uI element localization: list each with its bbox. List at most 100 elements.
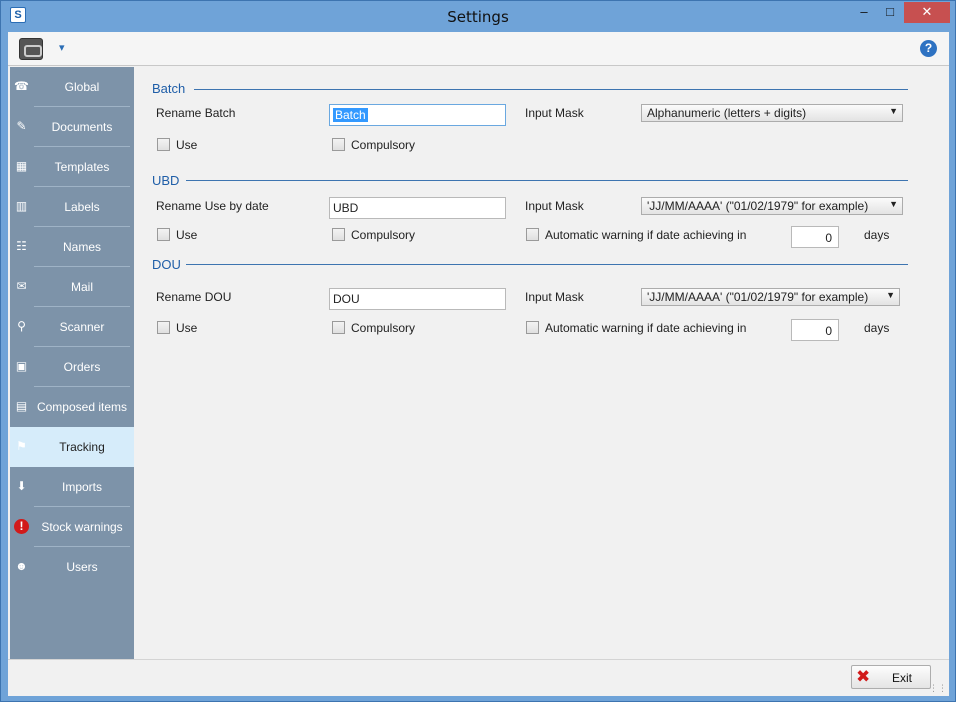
batch-use-label: Use bbox=[176, 138, 198, 152]
rename-ubd-input[interactable]: UBD bbox=[329, 197, 506, 219]
composed-items-icon: ▤ bbox=[15, 399, 28, 413]
mail-icon: ✉ bbox=[16, 279, 27, 293]
sidebar-item-composed-items[interactable]: ▤ Composed items bbox=[10, 387, 134, 427]
scanner-icon: ⚲ bbox=[17, 319, 26, 333]
dou-use-checkbox[interactable] bbox=[157, 321, 170, 334]
ubd-auto-warning-checkbox[interactable] bbox=[526, 228, 539, 241]
sidebar-item-label: Orders bbox=[63, 360, 101, 374]
toolbar: ▾ ? bbox=[8, 32, 949, 66]
ubd-compulsory-label: Compulsory bbox=[351, 228, 416, 242]
batch-input-mask-value: Alphanumeric (letters + digits) bbox=[647, 106, 807, 120]
minimize-button[interactable]: – bbox=[852, 2, 876, 23]
sidebar-item-label: Names bbox=[62, 240, 101, 254]
window-title: Settings bbox=[447, 8, 509, 26]
batch-compulsory-label: Compulsory bbox=[351, 138, 416, 152]
sidebar-item-orders[interactable]: ▣ Orders bbox=[10, 347, 134, 387]
names-icon: ☷ bbox=[16, 239, 27, 253]
dou-auto-warning-checkbox[interactable] bbox=[526, 321, 539, 334]
settings-sidebar: ☎ Global ✎ Documents ▦ Templates ▥ Labels ☷ Names… bbox=[10, 67, 134, 659]
rename-ubd-label: Rename Use by date bbox=[156, 199, 269, 213]
dou-section-title: DOU bbox=[152, 257, 181, 272]
sidebar-item-global[interactable]: ☎ Global bbox=[10, 67, 134, 107]
dou-compulsory-label: Compulsory bbox=[351, 321, 416, 335]
sidebar-item-label: Mail bbox=[70, 280, 93, 294]
ubd-use-checkbox[interactable] bbox=[157, 228, 170, 241]
ubd-input-mask-select[interactable]: 'JJ/MM/AAAA' ("01/02/1979" for example) ▼ bbox=[641, 197, 903, 215]
ubd-input-mask-label: Input Mask bbox=[525, 199, 584, 213]
dou-input-mask-select[interactable]: 'JJ/MM/AAAA' ("01/02/1979" for example) ▼ bbox=[641, 288, 900, 306]
templates-icon: ▦ bbox=[15, 159, 28, 173]
sidebar-item-label: Labels bbox=[64, 200, 100, 214]
resize-grip-icon[interactable]: ⋮⋮ bbox=[929, 683, 947, 694]
chevron-down-icon: ▼ bbox=[889, 106, 898, 116]
settings-window: S Settings – □ ✕ ▾ ? ☎ Global ✎ Documents ▦ T… bbox=[0, 0, 956, 702]
sidebar-item-templates[interactable]: ▦ Templates bbox=[10, 147, 134, 187]
sidebar-item-label: Users bbox=[66, 560, 98, 574]
dou-auto-warning-label: Automatic warning if date achieving in bbox=[545, 321, 747, 335]
dou-section-divider bbox=[186, 264, 908, 265]
dou-use-label: Use bbox=[176, 321, 198, 335]
dou-compulsory-checkbox[interactable] bbox=[332, 321, 345, 334]
rename-dou-label: Rename DOU bbox=[156, 290, 232, 304]
sidebar-item-label: Scanner bbox=[59, 320, 105, 334]
title-bar[interactable]: S Settings – □ ✕ bbox=[1, 1, 955, 32]
tracking-icon: ⚑ bbox=[16, 439, 27, 453]
close-button[interactable]: ✕ bbox=[904, 2, 950, 23]
client-area: ▾ ? ☎ Global ✎ Documents ▦ Templates ▥ Labels ☷ N… bbox=[8, 32, 949, 696]
imports-icon: ⬇ bbox=[16, 479, 27, 493]
sidebar-item-label: Global bbox=[64, 80, 100, 94]
sidebar-item-mail[interactable]: ✉ Mail bbox=[10, 267, 134, 307]
sidebar-item-label: Templates bbox=[54, 160, 110, 174]
ubd-days-label: days bbox=[864, 228, 890, 242]
ubd-input-mask-value: 'JJ/MM/AAAA' ("01/02/1979" for example) bbox=[647, 199, 869, 213]
chevron-down-icon: ▼ bbox=[886, 290, 895, 300]
sidebar-item-stock-warnings[interactable]: ! Stock warnings bbox=[10, 507, 134, 547]
users-icon: ☻ bbox=[15, 559, 28, 573]
application-menu-button[interactable] bbox=[19, 38, 43, 60]
tracking-settings-panel: Batch Rename Batch Batch Input Mask Alph… bbox=[134, 67, 949, 659]
sidebar-item-scanner[interactable]: ⚲ Scanner bbox=[10, 307, 134, 347]
sidebar-item-label: Documents bbox=[51, 120, 113, 134]
global-icon: ☎ bbox=[14, 79, 29, 93]
sidebar-item-labels[interactable]: ▥ Labels bbox=[10, 187, 134, 227]
ubd-days-input[interactable]: 0 bbox=[791, 226, 839, 248]
ubd-compulsory-checkbox[interactable] bbox=[332, 228, 345, 241]
ubd-section-title: UBD bbox=[152, 173, 180, 188]
close-x-icon: ✖ bbox=[856, 667, 871, 686]
dou-days-input[interactable]: 0 bbox=[791, 319, 839, 341]
chevron-down-icon: ▼ bbox=[889, 199, 898, 209]
maximize-button[interactable]: □ bbox=[878, 2, 902, 23]
exit-button[interactable]: ✖ Exit bbox=[851, 665, 931, 689]
sidebar-item-imports[interactable]: ⬇ Imports bbox=[10, 467, 134, 507]
ubd-section-divider bbox=[186, 180, 908, 181]
batch-use-checkbox[interactable] bbox=[157, 138, 170, 151]
dou-input-mask-label: Input Mask bbox=[525, 290, 584, 304]
ubd-auto-warning-label: Automatic warning if date achieving in bbox=[545, 228, 747, 242]
batch-compulsory-checkbox[interactable] bbox=[332, 138, 345, 151]
barcode-icon: ▥ bbox=[15, 199, 28, 213]
documents-icon: ✎ bbox=[16, 119, 27, 133]
sidebar-item-label: Imports bbox=[61, 480, 102, 494]
dou-input-mask-value: 'JJ/MM/AAAA' ("01/02/1979" for example) bbox=[647, 290, 869, 304]
exit-label: Exit bbox=[891, 671, 912, 685]
sidebar-item-tracking[interactable]: ⚑ Tracking bbox=[10, 427, 134, 467]
rename-batch-input[interactable]: Batch bbox=[329, 104, 506, 126]
sidebar-item-label: Tracking bbox=[59, 440, 105, 454]
rename-dou-input[interactable]: DOU bbox=[329, 288, 506, 310]
batch-input-mask-select[interactable]: Alphanumeric (letters + digits) ▼ bbox=[641, 104, 903, 122]
footer-bar: ✖ Exit ⋮⋮ bbox=[8, 659, 949, 696]
rename-batch-value: Batch bbox=[333, 108, 368, 122]
batch-section-divider bbox=[194, 89, 908, 90]
quick-access-dropdown-icon[interactable]: ▾ bbox=[59, 41, 65, 54]
orders-icon: ▣ bbox=[15, 359, 28, 373]
ubd-use-label: Use bbox=[176, 228, 198, 242]
sidebar-item-users[interactable]: ☻ Users bbox=[10, 547, 134, 587]
batch-input-mask-label: Input Mask bbox=[525, 106, 584, 120]
sidebar-item-documents[interactable]: ✎ Documents bbox=[10, 107, 134, 147]
sidebar-item-names[interactable]: ☷ Names bbox=[10, 227, 134, 267]
sidebar-item-label: Stock warnings bbox=[41, 520, 123, 534]
help-icon[interactable]: ? bbox=[920, 40, 937, 57]
warning-icon: ! bbox=[14, 519, 29, 534]
dou-days-label: days bbox=[864, 321, 890, 335]
sidebar-item-label: Composed items bbox=[36, 400, 128, 414]
